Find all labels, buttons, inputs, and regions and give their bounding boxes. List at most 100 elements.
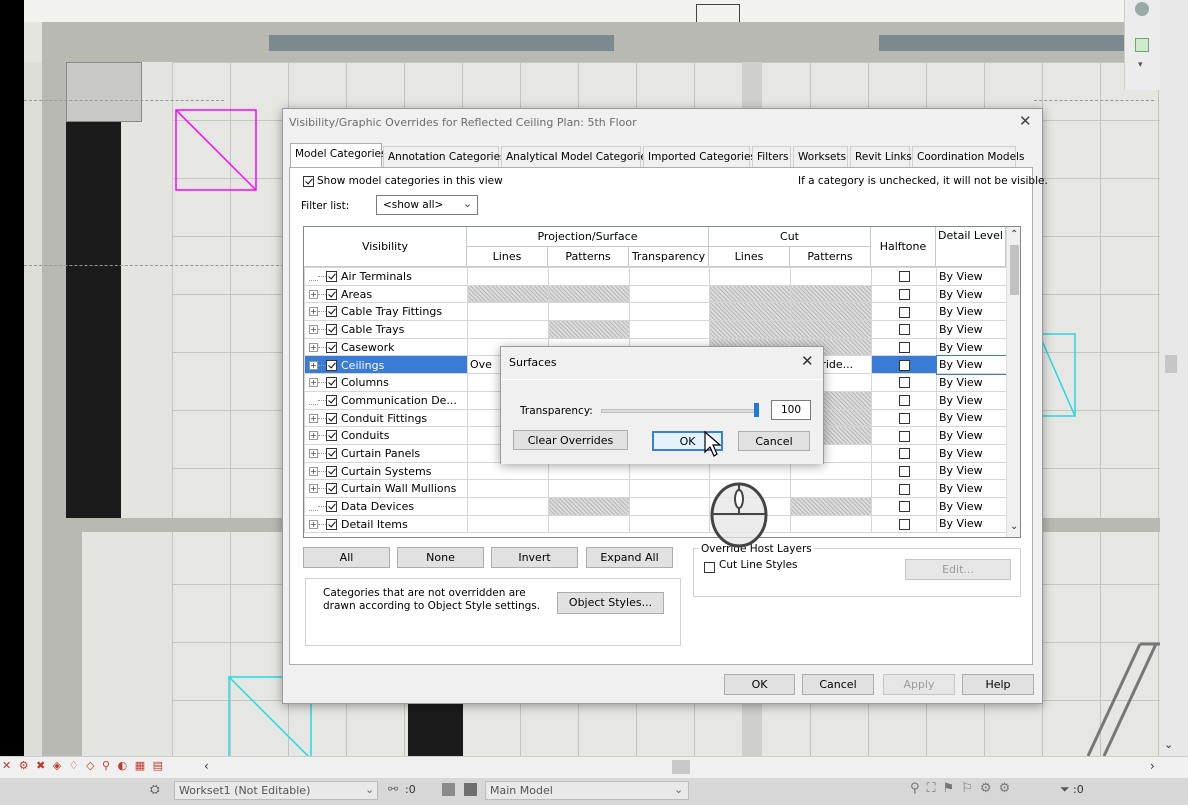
tab-annotation-categories[interactable]: Annotation Categories: [383, 146, 506, 167]
chevron-down-icon[interactable]: ▾: [1138, 60, 1143, 70]
transparency-cell[interactable]: [629, 302, 710, 322]
proj-lines-cell[interactable]: [467, 267, 549, 286]
proj-lines-cell[interactable]: [467, 320, 549, 339]
transparency-cell[interactable]: [629, 320, 710, 339]
category-visibility-checkbox[interactable]: [326, 447, 337, 459]
category-cell[interactable]: + Curtain Panels: [304, 443, 468, 463]
cut-patterns-cell[interactable]: [790, 514, 872, 534]
tab-imported-categories[interactable]: Imported Categories: [643, 146, 756, 167]
proj-lines-cell[interactable]: [467, 302, 549, 322]
halftone-checkbox[interactable]: [898, 518, 910, 530]
all-button[interactable]: All: [303, 547, 390, 568]
cut-patterns-cell[interactable]: [790, 284, 872, 304]
clear-overrides-button[interactable]: Clear Overrides: [513, 430, 628, 450]
detail-level-cell[interactable]: By View: [936, 479, 1007, 498]
detail-level-cell[interactable]: By View: [936, 443, 1007, 463]
filter-list-select[interactable]: <show all> ⌄: [376, 195, 478, 215]
nav-bar[interactable]: ▾: [1124, 0, 1160, 90]
expand-plus-icon[interactable]: +: [309, 466, 318, 476]
design-option-icon-2[interactable]: [464, 783, 477, 796]
detail-level-cell[interactable]: By View: [936, 390, 1007, 410]
halftone-checkbox[interactable]: [898, 377, 910, 389]
halftone-checkbox[interactable]: [898, 342, 910, 354]
category-cell[interactable]: + Cable Trays: [304, 320, 468, 339]
category-visibility-checkbox[interactable]: [326, 412, 337, 424]
close-icon[interactable]: ✕: [801, 352, 814, 370]
category-visibility-checkbox[interactable]: [326, 483, 337, 495]
cut-patterns-cell[interactable]: [790, 320, 872, 339]
category-cell[interactable]: Data Devices: [304, 496, 468, 516]
apply-button[interactable]: Apply: [883, 674, 955, 695]
table-row[interactable]: + Detail Items By View: [304, 514, 1007, 534]
expand-plus-icon[interactable]: +: [309, 484, 318, 494]
hscroll-thumb[interactable]: [672, 760, 690, 774]
show-categories-checkbox[interactable]: [303, 174, 314, 187]
scroll-up-icon[interactable]: ⌃: [1010, 229, 1018, 240]
transparency-cell[interactable]: [629, 284, 710, 304]
halftone-checkbox[interactable]: [898, 501, 910, 513]
tab-worksets[interactable]: Worksets: [793, 146, 848, 167]
halftone-checkbox[interactable]: [898, 483, 910, 495]
detail-level-cell[interactable]: By View: [936, 514, 1007, 534]
editable-only-icon[interactable]: ⚯: [388, 782, 398, 796]
transparency-slider-track[interactable]: [601, 409, 759, 413]
detail-level-cell[interactable]: By View: [936, 337, 1007, 357]
table-row[interactable]: + Areas By View: [304, 284, 1007, 304]
tab-coordination-models[interactable]: Coordination Models: [912, 146, 1024, 167]
proj-lines-cell[interactable]: [467, 496, 549, 516]
expand-plus-icon[interactable]: +: [309, 289, 318, 299]
category-visibility-checkbox[interactable]: [326, 341, 337, 353]
table-scrollbar[interactable]: ⌃ ⌄: [1006, 227, 1020, 537]
halftone-checkbox[interactable]: [898, 465, 910, 477]
table-scroll-thumb[interactable]: [1010, 245, 1019, 295]
expand-plus-icon[interactable]: +: [309, 431, 318, 441]
proj-patterns-cell[interactable]: [548, 479, 630, 498]
detail-level-cell[interactable]: By View: [936, 284, 1007, 304]
detail-level-cell[interactable]: By View: [936, 267, 1007, 286]
transparency-slider-thumb[interactable]: [754, 403, 759, 417]
category-visibility-checkbox[interactable]: [326, 518, 337, 530]
halftone-checkbox[interactable]: [898, 306, 910, 318]
halftone-checkbox[interactable]: [898, 412, 910, 424]
object-styles-button[interactable]: Object Styles...: [557, 592, 664, 614]
transparency-value-input[interactable]: 100: [771, 400, 811, 420]
table-row[interactable]: Air Terminals By View: [304, 267, 1007, 286]
halftone-checkbox[interactable]: [898, 324, 910, 336]
ok-button[interactable]: OK: [724, 674, 795, 695]
edit-button[interactable]: Edit...: [905, 559, 1011, 580]
category-cell[interactable]: + Conduit Fittings: [304, 408, 468, 428]
detail-level-cell[interactable]: By View: [936, 461, 1007, 481]
tab-analytical-model-categories[interactable]: Analytical Model Categories: [501, 146, 652, 167]
cut-line-styles-checkbox[interactable]: [704, 560, 715, 573]
halftone-checkbox[interactable]: [898, 448, 910, 460]
filter-icon[interactable]: ⏷: [1060, 782, 1070, 797]
cut-lines-cell[interactable]: [709, 320, 791, 339]
proj-patterns-cell[interactable]: [548, 496, 630, 516]
expand-plus-icon[interactable]: +: [309, 378, 318, 388]
category-cell[interactable]: + Curtain Wall Mullions: [304, 479, 468, 498]
expand-plus-icon[interactable]: +: [309, 360, 318, 370]
expand-plus-icon[interactable]: +: [309, 342, 318, 352]
proj-patterns-cell[interactable]: [548, 302, 630, 322]
expand-plus-icon[interactable]: +: [309, 307, 318, 317]
selection-toggle-icons[interactable]: ⚲⛶⚑⚐⚙⚙: [910, 781, 1017, 796]
category-visibility-checkbox[interactable]: [326, 465, 337, 477]
detail-level-cell[interactable]: By View: [936, 426, 1007, 445]
transparency-cell[interactable]: [629, 267, 710, 286]
category-visibility-checkbox[interactable]: [326, 324, 337, 336]
category-visibility-checkbox[interactable]: [326, 359, 337, 371]
halftone-checkbox[interactable]: [898, 359, 910, 371]
steering-wheel-icon[interactable]: [1135, 2, 1149, 16]
design-option-select[interactable]: Main Model ⌄: [485, 781, 689, 800]
expand-plus-icon[interactable]: +: [309, 448, 318, 458]
table-row[interactable]: + Curtain Wall Mullions By View: [304, 479, 1007, 498]
proj-patterns-cell[interactable]: [548, 267, 630, 286]
zoom-region-icon[interactable]: [1135, 38, 1149, 52]
category-visibility-checkbox[interactable]: [326, 430, 337, 442]
category-cell[interactable]: Air Terminals: [304, 267, 468, 286]
detail-level-cell[interactable]: By View: [936, 496, 1007, 516]
category-visibility-checkbox[interactable]: [326, 501, 337, 513]
category-cell[interactable]: + Curtain Systems: [304, 461, 468, 481]
category-cell[interactable]: + Columns: [304, 373, 468, 392]
proj-patterns-cell[interactable]: [548, 320, 630, 339]
